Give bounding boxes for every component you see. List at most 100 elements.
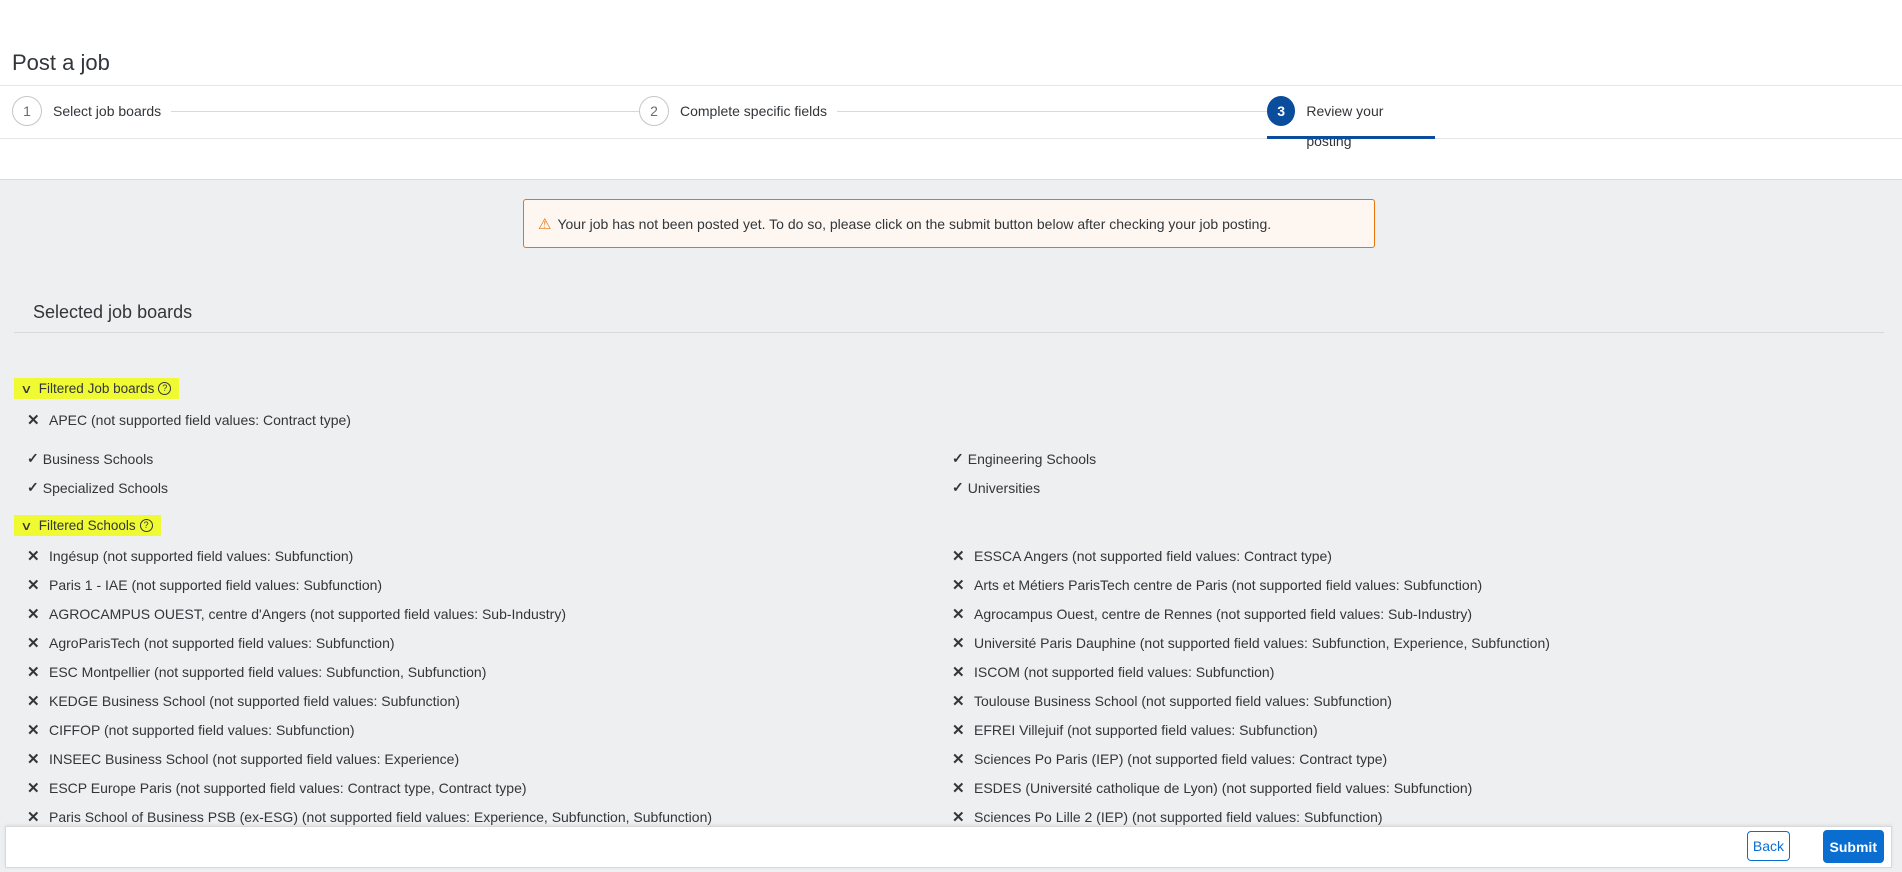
category-item: ✓ Engineering Schools [952,450,1096,467]
chevron-down-icon: ∨ [20,518,33,533]
category-item: ✓ Business Schools [27,450,153,467]
school-list-item-text: ESCP Europe Paris (not supported field v… [49,780,527,796]
school-list-item: ✕ Sciences Po Lille 2 (IEP) (not supporte… [952,808,1383,826]
school-list-item-text: ISCOM (not supported field values: Subfu… [974,664,1275,680]
school-list-item: ✕ ESCP Europe Paris (not supported field … [27,779,527,797]
list-item: ✕ APEC (not supported field values: Cont… [27,411,351,429]
cross-icon: ✕ [952,635,965,652]
school-list-item-text: Ingésup (not supported field values: Sub… [49,548,354,564]
cross-icon: ✕ [952,722,965,739]
group-title: Filtered Job boards [38,381,155,396]
step-number: 1 [12,96,42,126]
wizard-step-3[interactable]: 3 Review your posting [1267,96,1435,149]
category-item: ✓ Specialized Schools [27,479,168,496]
school-list-item: ✕ INSEEC Business School (not supported f… [27,750,459,768]
wizard-step-1[interactable]: 1 Select job boards [12,96,172,138]
step-number: 2 [639,96,669,126]
school-list-item: ✕ ESC Montpellier (not supported field va… [27,663,486,681]
school-list-item-text: Université Paris Dauphine (not supported… [974,635,1550,651]
section-divider [14,332,1884,333]
cross-icon: ✕ [27,693,40,710]
school-list-item: ✕ AgroParisTech (not supported field valu… [27,634,395,652]
filtered-job-boards-toggle[interactable]: ∨ Filtered Job boards ? [14,378,180,399]
cross-icon: ✕ [952,577,965,594]
school-list-item-text: Sciences Po Lille 2 (IEP) (not supported… [974,809,1383,825]
category-item: ✓ Universities [952,479,1040,496]
category-label: Universities [967,479,1041,496]
school-list-item-text: KEDGE Business School (not supported fie… [49,693,460,709]
active-step-indicator [1267,136,1435,139]
section-title: Selected job boards [33,302,193,322]
help-icon[interactable]: ? [139,519,153,532]
wizard-progress: 1 Select job boards 2 Complete specific … [0,85,1902,149]
cross-icon: ✕ [952,548,965,565]
page-header: Post a job 1 Select job boards 2 Complet… [0,0,1902,180]
cross-icon: ✕ [27,722,40,739]
step-number: 3 [1267,96,1296,126]
school-list-item-text: AgroParisTech (not supported field value… [49,635,395,651]
cross-icon: ✕ [27,635,40,652]
cross-icon: ✕ [27,780,40,797]
school-list-item: ✕ Arts et Métiers ParisTech centre de Par… [952,576,1482,594]
school-list-item: ✕ Université Paris Dauphine (not supporte… [952,634,1550,652]
school-list-item-text: CIFFOP (not supported field values: Subf… [49,722,355,738]
category-label: Engineering Schools [967,450,1097,467]
school-list-item-text: Paris School of Business PSB (ex-ESG) (n… [49,809,713,825]
cross-icon: ✕ [952,664,965,681]
help-icon[interactable]: ? [158,382,172,395]
group-title: Filtered Schools [38,518,136,533]
warning-message-strip: ⚠ Your job has not been posted yet. To d… [523,199,1375,248]
cross-icon: ✕ [27,412,40,429]
school-list-item: ✕ Paris 1 - IAE (not supported field valu… [27,576,382,594]
school-list-item: ✕ Toulouse Business School (not supported… [952,692,1392,710]
step-label: Select job boards [53,103,162,119]
filtered-schools-toggle[interactable]: ∨ Filtered Schools ? [14,515,161,536]
category-label: Specialized Schools [42,479,169,496]
school-list-item: ✕ KEDGE Business School (not supported fi… [27,692,460,710]
page-title: Post a job [12,50,110,75]
school-list-item: ✕ Sciences Po Paris (IEP) (not supported … [952,750,1387,768]
school-list-item: ✕ ESDES (Université catholique de Lyon) (… [952,779,1472,797]
warning-text: Your job has not been posted yet. To do … [557,215,1272,232]
school-list-item: ✕ EFREI Villejuif (not supported field va… [952,721,1318,739]
cross-icon: ✕ [952,780,965,797]
wizard-step-2[interactable]: 2 Complete specific fields [639,96,838,138]
school-list-item-text: Toulouse Business School (not supported … [974,693,1392,709]
school-list-item: ✕ Agrocampus Ouest, centre de Rennes (not… [952,605,1472,623]
review-content: ⚠ Your job has not been posted yet. To d… [0,179,1902,872]
cross-icon: ✕ [27,577,40,594]
school-list-item-text: ESSCA Angers (not supported field values… [974,548,1332,564]
submit-button[interactable]: Submit [1822,830,1884,863]
chevron-down-icon: ∨ [20,381,33,396]
list-item-text: APEC (not supported field values: Contra… [49,412,351,428]
school-list-item-text: INSEEC Business School (not supported fi… [49,751,460,767]
school-list-item: ✕ ESSCA Angers (not supported field value… [952,547,1332,565]
cross-icon: ✕ [952,606,965,623]
school-list-item-text: Paris 1 - IAE (not supported field value… [49,577,383,593]
check-icon: ✓ [27,479,39,495]
school-list-item-text: Arts et Métiers ParisTech centre de Pari… [974,577,1483,593]
school-list-item: ✕ ISCOM (not supported field values: Subf… [952,663,1274,681]
school-list-item-text: ESC Montpellier (not supported field val… [49,664,487,680]
check-icon: ✓ [952,479,964,495]
step-label: Review your posting [1306,103,1384,149]
back-button[interactable]: Back [1746,831,1790,861]
school-list-item-text: Agrocampus Ouest, centre de Rennes (not … [974,606,1473,622]
cross-icon: ✕ [27,664,40,681]
check-icon: ✓ [952,450,964,466]
cross-icon: ✕ [952,751,965,768]
school-list-item: ✕ AGROCAMPUS OUEST, centre d'Angers (not … [27,605,566,623]
step-label: Complete specific fields [680,103,828,119]
cross-icon: ✕ [952,693,965,710]
school-list-item-text: ESDES (Université catholique de Lyon) (n… [974,780,1473,796]
category-label: Business Schools [42,450,154,467]
cross-icon: ✕ [27,606,40,623]
warning-triangle-icon: ⚠ [538,215,552,233]
school-list-item: ✕ Paris School of Business PSB (ex-ESG) (… [27,808,712,826]
school-list-item: ✕ CIFFOP (not supported field values: Sub… [27,721,355,739]
cross-icon: ✕ [27,809,40,826]
school-list-item-text: EFREI Villejuif (not supported field val… [974,722,1318,738]
school-list-item-text: Sciences Po Paris (IEP) (not supported f… [974,751,1388,767]
school-list-item: ✕ Ingésup (not supported field values: Su… [27,547,353,565]
cross-icon: ✕ [27,548,40,565]
